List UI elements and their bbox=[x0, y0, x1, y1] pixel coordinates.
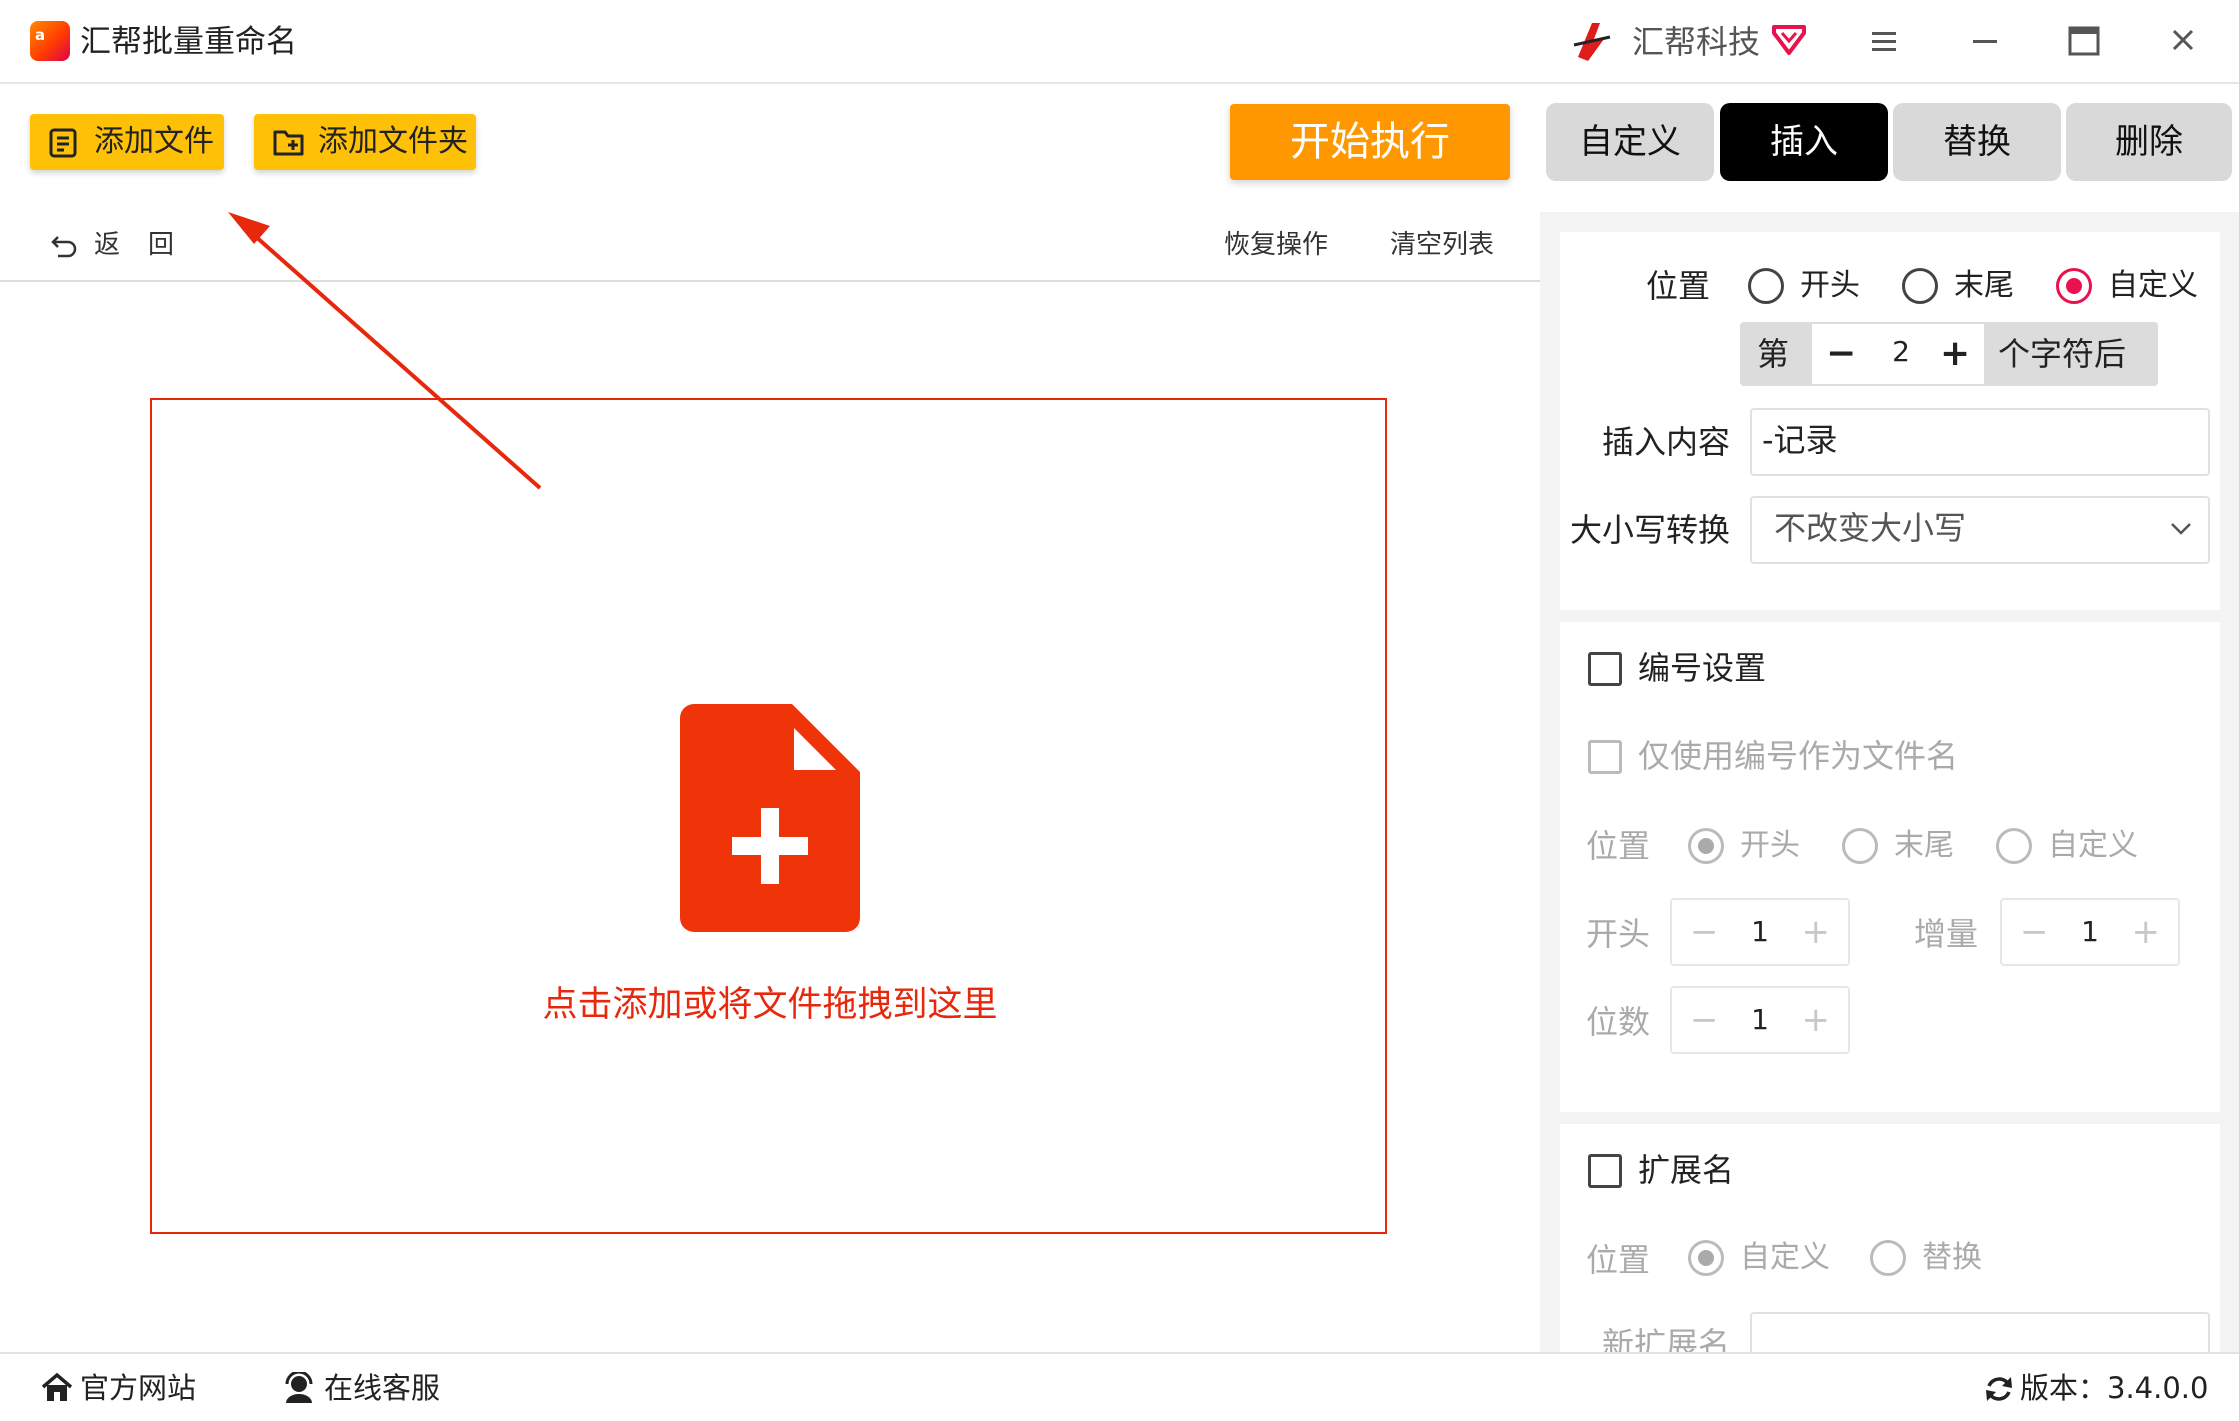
case-conversion-label: 大小写转换 bbox=[1570, 511, 1731, 549]
add-file-large-icon[interactable] bbox=[680, 704, 860, 932]
add-folder-icon bbox=[273, 130, 304, 156]
numbering-increment-value[interactable]: 1 bbox=[2062, 910, 2118, 954]
maximize-icon[interactable] bbox=[2059, 18, 2109, 64]
stepper-increment-button[interactable]: + bbox=[1940, 332, 1970, 376]
add-file-icon bbox=[49, 128, 77, 158]
refresh-icon bbox=[1986, 1377, 2012, 1401]
add-file-label: 添加文件 bbox=[94, 124, 214, 159]
menu-icon[interactable] bbox=[1859, 18, 1909, 64]
close-icon[interactable] bbox=[2158, 18, 2208, 64]
add-folder-label: 添加文件夹 bbox=[318, 124, 468, 159]
numbering-increment-stepper: − 1 + bbox=[2000, 898, 2180, 966]
divider bbox=[0, 280, 1540, 282]
insert-position-custom-radio[interactable] bbox=[2056, 268, 2092, 304]
insert-position-custom-label: 自定义 bbox=[2108, 268, 2198, 303]
numbering-digits-decrement[interactable]: − bbox=[1690, 998, 1719, 1042]
extension-position-label: 位置 bbox=[1586, 1241, 1651, 1279]
undo-icon bbox=[51, 236, 77, 258]
stepper-value-input[interactable]: 2 bbox=[1886, 330, 1916, 374]
insert-position-start-label: 开头 bbox=[1800, 268, 1860, 303]
tab-delete[interactable]: 删除 bbox=[2066, 103, 2232, 181]
version-label: 版本：3.4.0.0 bbox=[2020, 1371, 2209, 1405]
app-logo-text: a bbox=[35, 26, 46, 44]
numbering-position-custom-radio[interactable] bbox=[1996, 828, 2032, 864]
numbering-start-stepper: − 1 + bbox=[1670, 898, 1850, 966]
app-logo-icon: a bbox=[30, 21, 70, 61]
tab-insert[interactable]: 插入 bbox=[1720, 103, 1888, 181]
numbering-increment-label: 增量 bbox=[1914, 915, 1979, 953]
tab-replace[interactable]: 替换 bbox=[1893, 103, 2061, 181]
add-file-button[interactable]: 添加文件 bbox=[30, 114, 224, 170]
minimize-icon[interactable] bbox=[1960, 18, 2010, 64]
start-button[interactable]: 开始执行 bbox=[1230, 104, 1510, 180]
extension-position-custom-radio[interactable] bbox=[1688, 1240, 1724, 1276]
stepper-prefix: 第 bbox=[1757, 335, 1790, 373]
numbering-digits-value[interactable]: 1 bbox=[1732, 998, 1788, 1042]
stepper-decrement-button[interactable]: − bbox=[1826, 332, 1856, 376]
numbering-title: 编号设置 bbox=[1638, 649, 1767, 687]
home-icon bbox=[41, 1372, 73, 1401]
customer-service-icon bbox=[285, 1372, 313, 1403]
numbering-checkbox[interactable] bbox=[1588, 652, 1622, 686]
clear-list-button[interactable]: 清空列表 bbox=[1390, 225, 1494, 265]
back-label: 返回 bbox=[94, 230, 203, 260]
only-number-checkbox[interactable] bbox=[1588, 740, 1622, 774]
restore-button[interactable]: 恢复操作 bbox=[1224, 225, 1328, 265]
numbering-start-label: 开头 bbox=[1586, 915, 1651, 953]
tab-custom[interactable]: 自定义 bbox=[1546, 103, 1714, 181]
insert-content-input[interactable]: -记录 bbox=[1750, 408, 2210, 476]
chevron-down-icon bbox=[2171, 523, 2191, 535]
only-number-label: 仅使用编号作为文件名 bbox=[1638, 737, 1959, 775]
extension-position-replace-label: 替换 bbox=[1922, 1240, 1982, 1275]
online-service-label: 在线客服 bbox=[324, 1371, 441, 1405]
insert-position-label: 位置 bbox=[1646, 267, 1711, 305]
stepper-suffix: 个字符后 bbox=[1998, 335, 2127, 373]
extension-checkbox[interactable] bbox=[1588, 1154, 1622, 1188]
numbering-digits-increment[interactable]: + bbox=[1802, 998, 1831, 1042]
case-conversion-select[interactable]: 不改变大小写 bbox=[1750, 496, 2210, 564]
drop-zone-hint: 点击添加或将文件拖拽到这里 bbox=[542, 985, 998, 1025]
case-conversion-value: 不改变大小写 bbox=[1774, 509, 1967, 547]
insert-position-end-radio[interactable] bbox=[1902, 268, 1938, 304]
numbering-increment-increment[interactable]: + bbox=[2132, 910, 2161, 954]
extension-title: 扩展名 bbox=[1638, 1151, 1735, 1189]
insert-position-end-label: 末尾 bbox=[1954, 268, 2014, 303]
extension-position-custom-label: 自定义 bbox=[1740, 1240, 1830, 1275]
official-site-label: 官方网站 bbox=[80, 1371, 197, 1405]
brand-logo-icon bbox=[1573, 23, 1611, 61]
numbering-digits-stepper: − 1 + bbox=[1670, 986, 1850, 1054]
numbering-position-label: 位置 bbox=[1586, 827, 1651, 865]
numbering-start-value[interactable]: 1 bbox=[1732, 910, 1788, 954]
numbering-digits-label: 位数 bbox=[1586, 1003, 1651, 1041]
numbering-start-increment[interactable]: + bbox=[1802, 910, 1831, 954]
add-folder-button[interactable]: 添加文件夹 bbox=[254, 114, 476, 170]
insert-content-label: 插入内容 bbox=[1602, 423, 1731, 461]
brand-heart-icon[interactable] bbox=[1770, 19, 1808, 57]
numbering-position-end-label: 末尾 bbox=[1894, 828, 1954, 863]
numbering-position-end-radio[interactable] bbox=[1842, 828, 1878, 864]
numbering-increment-decrement[interactable]: − bbox=[2020, 910, 2049, 954]
extension-position-replace-radio[interactable] bbox=[1870, 1240, 1906, 1276]
numbering-position-custom-label: 自定义 bbox=[2048, 828, 2138, 863]
numbering-position-start-label: 开头 bbox=[1740, 828, 1800, 863]
numbering-position-start-radio[interactable] bbox=[1688, 828, 1724, 864]
numbering-settings-card bbox=[1560, 622, 2220, 1112]
insert-position-start-radio[interactable] bbox=[1748, 268, 1784, 304]
brand-name: 汇帮科技 bbox=[1632, 23, 1761, 61]
numbering-start-decrement[interactable]: − bbox=[1690, 910, 1719, 954]
app-title: 汇帮批量重命名 bbox=[80, 24, 297, 60]
